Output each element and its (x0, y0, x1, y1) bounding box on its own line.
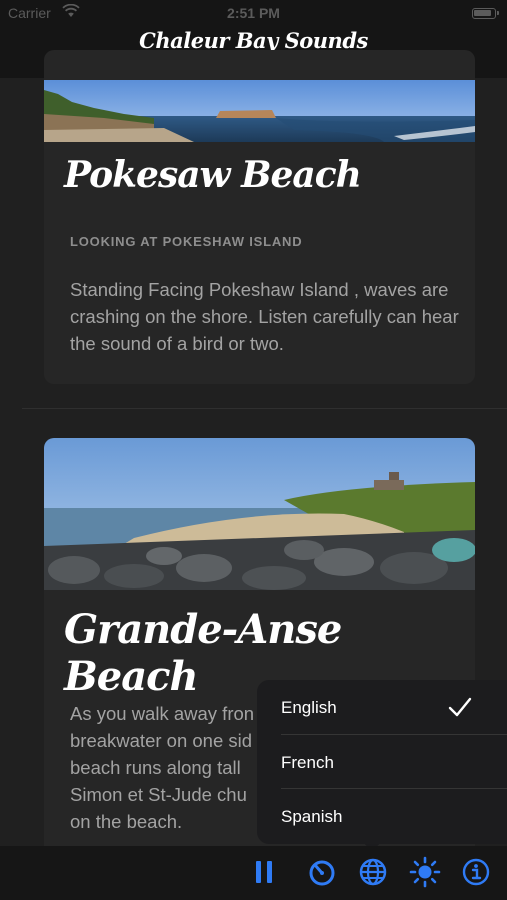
info-button[interactable] (460, 856, 492, 888)
brightness-button[interactable] (409, 856, 441, 888)
battery-icon (472, 8, 499, 19)
language-option-english[interactable]: English (257, 680, 507, 734)
card-subtitle: LOOKING AT POKESHAW ISLAND (70, 234, 303, 249)
bottom-toolbar (0, 846, 507, 900)
status-bar: Carrier 2:51 PM (0, 0, 507, 26)
menu-item-label: Spanish (281, 807, 343, 826)
card-title: Pokesaw Beach (64, 154, 362, 196)
brightness-icon (409, 856, 441, 888)
language-menu: English French Spanish (257, 680, 507, 844)
timer-button[interactable] (306, 856, 338, 888)
pokeshaw-photo (44, 80, 475, 142)
sound-card-pokeshaw[interactable]: Pokesaw Beach LOOKING AT POKESHAW ISLAND… (44, 50, 475, 384)
timer-icon (309, 860, 335, 886)
language-option-french[interactable]: French (257, 735, 507, 789)
pause-button[interactable] (248, 856, 280, 888)
checkmark-icon (448, 697, 472, 717)
info-icon (462, 858, 490, 886)
language-option-spanish[interactable]: Spanish (257, 789, 507, 843)
menu-item-label: French (281, 753, 334, 772)
pause-icon (256, 861, 272, 883)
section-divider (22, 408, 507, 409)
clock: 2:51 PM (227, 5, 280, 21)
card-description: Standing Facing Pokeshaw Island , waves … (70, 279, 459, 354)
language-button[interactable] (357, 856, 389, 888)
globe-icon (359, 858, 387, 886)
grande-anse-photo (44, 438, 475, 590)
menu-item-label: English (281, 698, 337, 717)
